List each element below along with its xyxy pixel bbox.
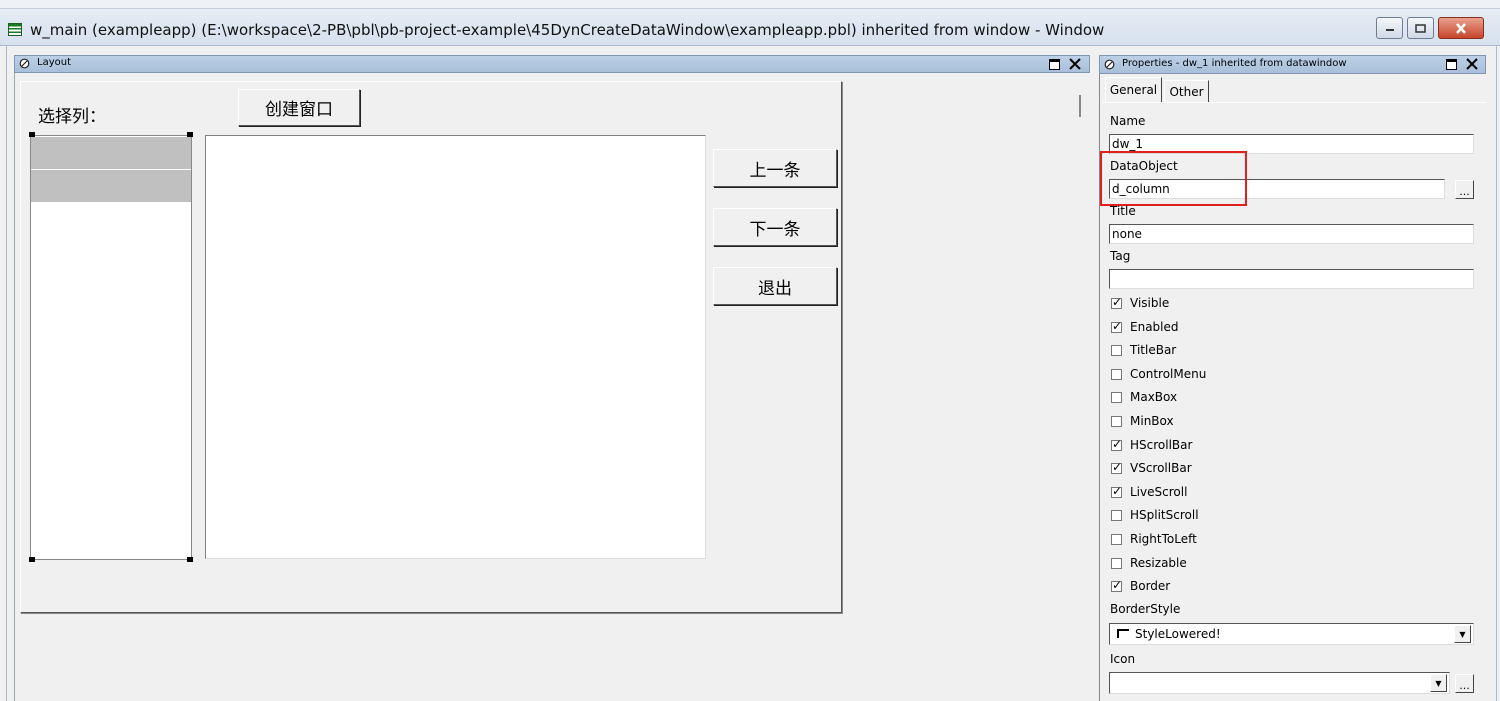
tab-general[interactable]: General	[1105, 77, 1162, 102]
checkbox-label: TitleBar	[1130, 343, 1177, 357]
resize-handle-bottom-left[interactable]	[29, 557, 35, 562]
checkbox-hsplitscroll[interactable]: HSplitScroll	[1111, 508, 1199, 522]
dataobject-browse-button[interactable]: ...	[1455, 180, 1474, 199]
checkbox-label: LiveScroll	[1130, 485, 1188, 499]
chevron-down-icon[interactable]: ▼	[1430, 674, 1447, 692]
splitter[interactable]	[1079, 95, 1081, 117]
layout-pane-title: Layout	[37, 57, 71, 68]
checkbox-box[interactable]	[1111, 344, 1122, 356]
checkbox-box[interactable]	[1111, 557, 1122, 569]
pin-icon[interactable]	[1104, 59, 1115, 70]
top-strip	[0, 0, 1500, 9]
checkbox-visible[interactable]: ✓ Visible	[1111, 294, 1170, 310]
checkbox-label: RightToLeft	[1130, 532, 1197, 546]
dw-2-datawindow[interactable]	[205, 135, 706, 559]
checkbox-label: Resizable	[1130, 556, 1187, 570]
checkmark-icon: ✓	[1112, 318, 1123, 333]
checkbox-box[interactable]: ✓	[1111, 459, 1123, 474]
select-column-label: 选择列：	[38, 107, 106, 127]
checkbox-controlmenu[interactable]: ControlMenu	[1111, 367, 1206, 381]
icon-browse-button[interactable]: ...	[1455, 674, 1474, 693]
resize-handle-bottom-right[interactable]	[187, 557, 193, 562]
checkbox-label: Enabled	[1130, 320, 1179, 334]
chevron-down-icon[interactable]: ▼	[1454, 625, 1471, 643]
maximize-button[interactable]	[1407, 17, 1434, 39]
checkmark-icon: ✓	[1112, 436, 1123, 451]
checkbox-box[interactable]	[1111, 533, 1122, 545]
checkbox-box[interactable]: ✓	[1111, 483, 1123, 498]
minimize-icon	[1385, 29, 1394, 31]
pin-icon[interactable]	[19, 58, 30, 69]
checkbox-label: HScrollBar	[1130, 438, 1193, 452]
checkbox-box[interactable]: ✓	[1111, 318, 1123, 333]
prev-record-button[interactable]: 上一条	[713, 149, 837, 187]
checkbox-box[interactable]: ✓	[1111, 294, 1123, 309]
checkbox-enabled[interactable]: ✓ Enabled	[1111, 318, 1179, 334]
checkmark-icon: ✓	[1112, 483, 1123, 498]
tag-label: Tag	[1110, 249, 1131, 263]
close-icon	[1456, 22, 1466, 34]
resize-handle-top-left[interactable]	[29, 132, 35, 137]
checkbox-resizable[interactable]: Resizable	[1111, 556, 1187, 570]
checkbox-label: Visible	[1130, 296, 1170, 310]
checkmark-icon: ✓	[1112, 459, 1123, 474]
next-record-button[interactable]: 下一条	[713, 208, 837, 246]
icon-label: Icon	[1110, 652, 1136, 666]
checkbox-maxbox[interactable]: MaxBox	[1111, 390, 1177, 404]
checkbox-border[interactable]: ✓ Border	[1111, 577, 1171, 593]
name-label: Name	[1110, 114, 1146, 128]
checkbox-label: Border	[1130, 579, 1171, 593]
layout-pane-header[interactable]: Layout	[14, 55, 1090, 73]
title-field[interactable]: none	[1109, 224, 1474, 244]
borderstyle-dropdown[interactable]: StyleLowered! ▼	[1109, 623, 1474, 645]
window-title: w_main (exampleapp) (E:\workspace\2-PB\p…	[30, 21, 1105, 39]
resize-handle-top-right[interactable]	[187, 132, 193, 137]
checkbox-label: MinBox	[1130, 414, 1174, 428]
properties-pane-header[interactable]: Properties - dw_1 inherited from datawin…	[1099, 55, 1486, 74]
restore-icon	[1415, 23, 1426, 33]
list-item[interactable]	[31, 137, 191, 169]
checkmark-icon: ✓	[1112, 294, 1123, 309]
icon-dropdown[interactable]: ▼	[1109, 672, 1450, 694]
checkbox-box[interactable]	[1111, 509, 1122, 521]
checkbox-titlebar[interactable]: TitleBar	[1111, 343, 1176, 357]
checkbox-box[interactable]	[1111, 391, 1122, 403]
checkbox-box[interactable]: ✓	[1111, 577, 1123, 592]
checkbox-livescroll[interactable]: ✓ LiveScroll	[1111, 483, 1188, 499]
properties-pane-title: Properties - dw_1 inherited from datawin…	[1122, 58, 1347, 69]
minimize-button[interactable]	[1376, 17, 1403, 39]
tab-divider	[1102, 102, 1486, 103]
checkbox-label: HSplitScroll	[1130, 508, 1199, 522]
pane-close-icon[interactable]	[1466, 58, 1478, 70]
pane-close-icon[interactable]	[1069, 58, 1081, 70]
checkbox-box[interactable]	[1111, 368, 1122, 380]
checkbox-hscrollbar[interactable]: ✓ HScrollBar	[1111, 436, 1193, 452]
exit-button[interactable]: 退出	[713, 267, 837, 305]
checkbox-label: ControlMenu	[1130, 367, 1207, 381]
checkbox-vscrollbar[interactable]: ✓ VScrollBar	[1111, 459, 1192, 475]
close-button[interactable]	[1438, 17, 1484, 39]
title-label: Title	[1110, 204, 1136, 218]
checkbox-box[interactable]: ✓	[1111, 436, 1123, 451]
tab-other[interactable]: Other	[1164, 80, 1209, 102]
checkbox-box[interactable]	[1111, 415, 1122, 427]
tag-field[interactable]	[1109, 269, 1474, 289]
checkmark-icon: ✓	[1112, 577, 1123, 592]
borderstyle-value: StyleLowered!	[1135, 627, 1221, 641]
dw-1-datawindow[interactable]	[30, 135, 192, 560]
checkbox-minbox[interactable]: MinBox	[1111, 414, 1174, 428]
create-window-button[interactable]: 创建窗口	[238, 89, 360, 126]
pane-maximize-icon[interactable]	[1049, 59, 1060, 70]
window-icon	[8, 23, 22, 36]
list-item[interactable]	[31, 170, 191, 202]
checkbox-label: MaxBox	[1130, 390, 1178, 404]
checkbox-label: VScrollBar	[1130, 461, 1192, 475]
pane-maximize-icon[interactable]	[1446, 59, 1457, 70]
checkbox-righttoleft[interactable]: RightToLeft	[1111, 532, 1197, 546]
border-style-icon	[1117, 629, 1129, 638]
highlight-box	[1100, 151, 1247, 206]
borderstyle-label: BorderStyle	[1110, 602, 1181, 616]
